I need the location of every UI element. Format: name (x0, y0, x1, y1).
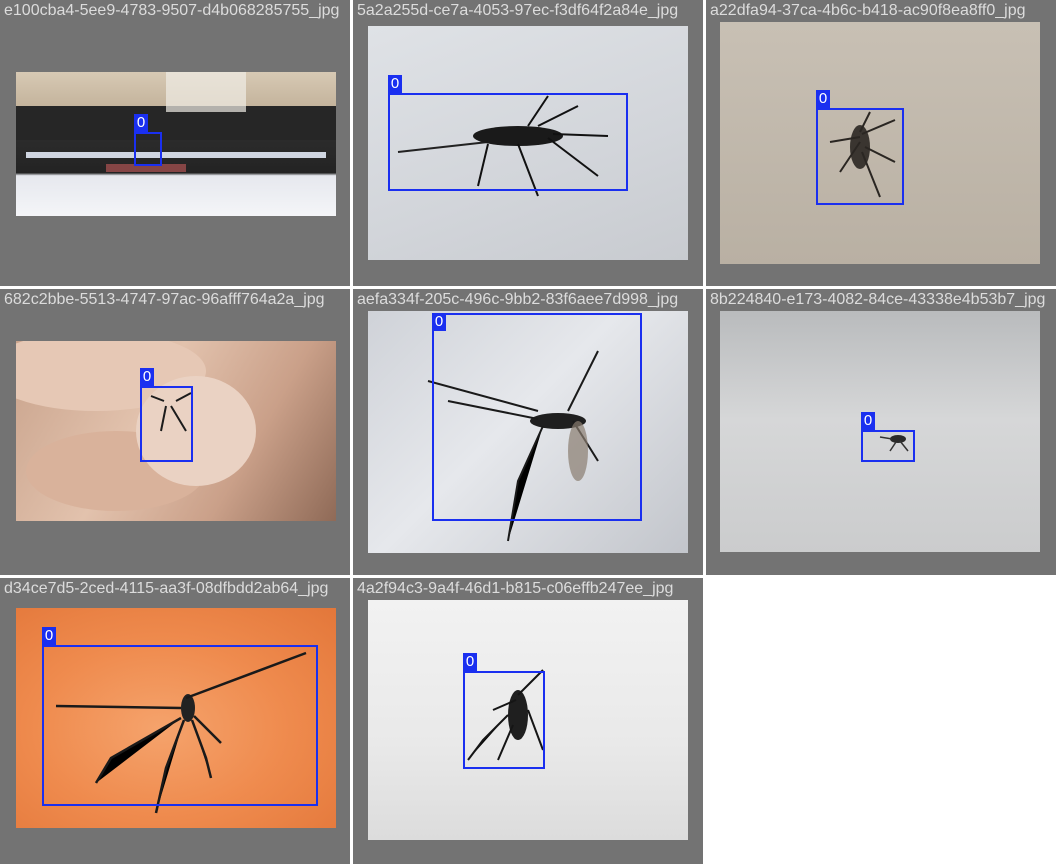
image-filename: 682c2bbe-5513-4747-97ac-96afff764a2a_jpg (4, 291, 325, 308)
detection-box: 0 (861, 412, 915, 462)
class-label: 0 (42, 627, 56, 645)
detection-box: 0 (140, 368, 193, 462)
grid-cell-6: 0 8b224840-e173-4082-84ce-43338e4b53b7_j… (706, 289, 1056, 575)
image-filename: 4a2f94c3-9a4f-46d1-b815-c06effb247ee_jpg (357, 580, 674, 597)
grid-cell-1: 0 e100cba4-5ee9-4783-9507-d4b068285755_j… (0, 0, 350, 286)
image-filename: 8b224840-e173-4082-84ce-43338e4b53b7_jpg (710, 291, 1046, 308)
detection-box: 0 (388, 75, 628, 191)
image-filename: d34ce7d5-2ced-4115-aa3f-08dfbdd2ab64_jpg (4, 580, 329, 597)
class-label: 0 (861, 412, 875, 430)
class-label: 0 (816, 90, 830, 108)
class-label: 0 (432, 313, 446, 331)
detection-box: 0 (816, 90, 904, 205)
mosquito-photo-2[interactable]: 0 (368, 26, 688, 260)
class-label: 0 (140, 368, 154, 386)
image-filename: e100cba4-5ee9-4783-9507-d4b068285755_jpg (4, 2, 340, 19)
class-label: 0 (463, 653, 477, 671)
mosquito-photo-7[interactable]: 0 (16, 608, 336, 828)
detection-box: 0 (134, 114, 162, 166)
image-filename: 5a2a255d-ce7a-4053-97ec-f3df64f2a84e_jpg (357, 2, 679, 19)
grid-cell-2: 0 5a2a255d-ce7a-4053-97ec-f3df64f2a84e_j… (353, 0, 703, 286)
class-label: 0 (134, 114, 148, 132)
grid-cell-5: 0 aefa334f-205c-496c-9bb2-83f6aee7d998_j… (353, 289, 703, 575)
detection-box: 0 (432, 313, 642, 521)
mosquito-photo-3[interactable]: 0 (720, 22, 1040, 264)
mosquito-photo-4[interactable]: 0 (16, 341, 336, 521)
detection-box: 0 (463, 653, 545, 769)
image-filename: aefa334f-205c-496c-9bb2-83f6aee7d998_jpg (357, 291, 679, 308)
mosquito-photo-6[interactable]: 0 (720, 311, 1040, 552)
grid-cell-4: 0 682c2bbe-5513-4747-97ac-96afff764a2a_j… (0, 289, 350, 575)
image-filename: a22dfa94-37ca-4b6c-b418-ac90f8ea8ff0_jpg (710, 2, 1026, 19)
grid-cell-8: 0 4a2f94c3-9a4f-46d1-b815-c06effb247ee_j… (353, 578, 703, 864)
grid-cell-3: 0 a22dfa94-37ca-4b6c-b418-ac90f8ea8ff0_j… (706, 0, 1056, 286)
mosquito-photo-8[interactable]: 0 (368, 600, 688, 840)
mosquito-photo-1[interactable]: 0 (16, 72, 336, 216)
detection-box: 0 (42, 627, 318, 806)
grid-cell-7: 0 d34ce7d5-2ced-4115-aa3f-08dfbdd2ab64_j… (0, 578, 350, 864)
mosquito-photo-5[interactable]: 0 (368, 311, 688, 553)
class-label: 0 (388, 75, 402, 93)
